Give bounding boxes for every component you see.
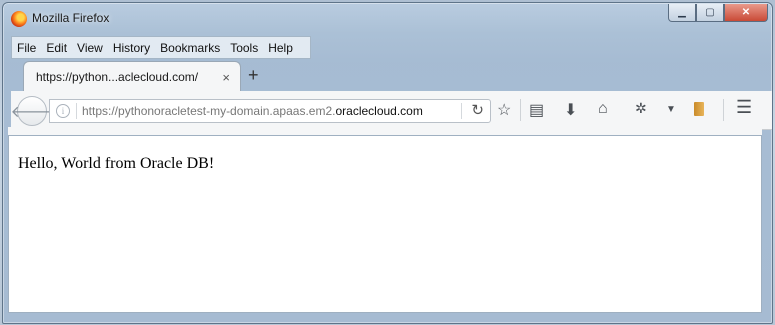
back-button[interactable]: 🡐 bbox=[11, 96, 53, 126]
maximize-icon: ▢ bbox=[705, 7, 715, 18]
url-prefix: https://pythonoracletest-my-domain.apaas… bbox=[82, 104, 336, 118]
menu-edit[interactable]: Edit bbox=[41, 41, 72, 55]
menu-bar: File Edit View History Bookmarks Tools H… bbox=[11, 36, 311, 59]
home-icon[interactable]: ⌂ bbox=[598, 100, 608, 118]
menu-help[interactable]: Help bbox=[263, 41, 298, 55]
new-tab-button[interactable]: + bbox=[248, 65, 259, 86]
chevron-down-icon[interactable]: ▼ bbox=[666, 104, 676, 115]
minimize-icon: ▁ bbox=[678, 7, 686, 18]
download-icon[interactable]: ⬇ bbox=[564, 100, 577, 120]
star-icon[interactable]: ☆ bbox=[497, 100, 511, 120]
toolbar-separator bbox=[723, 99, 724, 121]
minimize-button[interactable]: ▁ bbox=[668, 4, 696, 22]
tab-label: https://python...aclecloud.com/ bbox=[36, 70, 199, 84]
close-window-button[interactable]: ✕ bbox=[724, 4, 768, 22]
menu-history[interactable]: History bbox=[108, 41, 155, 55]
hamburger-icon[interactable]: ☰ bbox=[736, 97, 752, 118]
menu-file[interactable]: File bbox=[12, 41, 41, 55]
maximize-button[interactable]: ▢ bbox=[696, 4, 724, 22]
page-content: Hello, World from Oracle DB! bbox=[8, 135, 762, 313]
info-icon[interactable]: i bbox=[56, 104, 70, 118]
arrow-left-icon: 🡐 bbox=[10, 103, 54, 121]
close-icon: ✕ bbox=[741, 7, 751, 18]
reader-icon[interactable]: ▤ bbox=[529, 100, 544, 120]
url-domain: oraclecloud.com bbox=[335, 104, 423, 118]
extension-icon[interactable]: ✲ bbox=[635, 100, 647, 117]
window-controls: ▁ ▢ ✕ bbox=[668, 4, 768, 22]
url-separator bbox=[76, 103, 77, 119]
url-divider bbox=[461, 103, 462, 119]
tab-close-icon[interactable]: × bbox=[222, 70, 230, 85]
tab-strip: https://python...aclecloud.com/ × + bbox=[3, 61, 772, 92]
tab-active[interactable]: https://python...aclecloud.com/ × bbox=[23, 61, 241, 92]
firefox-logo-icon bbox=[11, 11, 27, 27]
title-bar: Mozilla Firefox ▁ ▢ ✕ bbox=[3, 3, 772, 33]
menu-tools[interactable]: Tools bbox=[225, 41, 263, 55]
book-icon[interactable] bbox=[694, 102, 704, 116]
toolbar-separator bbox=[520, 99, 521, 121]
window-title: Mozilla Firefox bbox=[32, 11, 110, 25]
url-text: https://pythonoracletest-my-domain.apaas… bbox=[82, 104, 423, 118]
reload-icon[interactable]: ↻ bbox=[471, 101, 484, 119]
page-body-text: Hello, World from Oracle DB! bbox=[18, 155, 215, 172]
menu-bookmarks[interactable]: Bookmarks bbox=[155, 41, 225, 55]
menu-view[interactable]: View bbox=[72, 41, 108, 55]
navigation-toolbar: 🡐 i https://pythonoracletest-my-domain.a… bbox=[11, 91, 772, 130]
url-bar[interactable]: i https://pythonoracletest-my-domain.apa… bbox=[49, 99, 491, 123]
